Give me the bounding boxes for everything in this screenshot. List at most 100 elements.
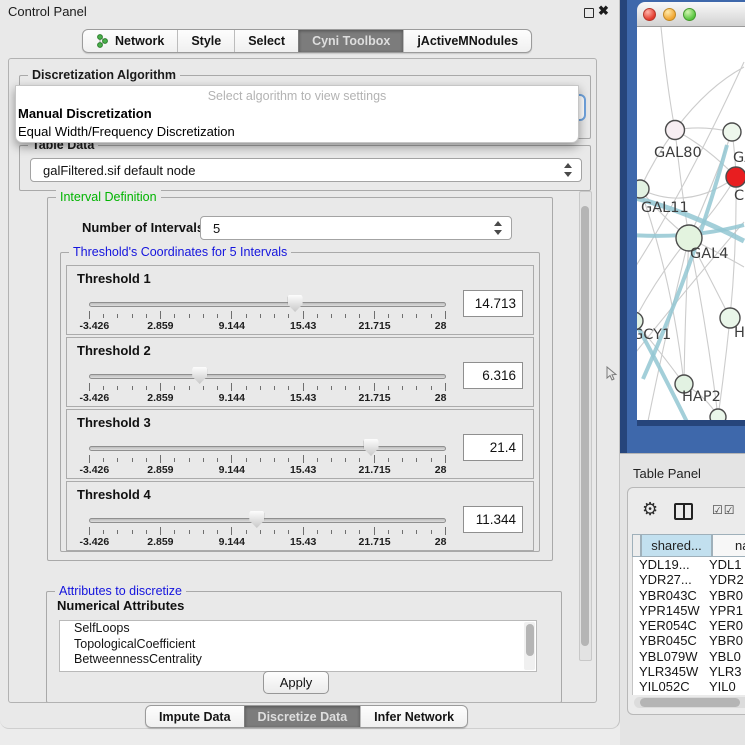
gear-icon[interactable]: ⚙ — [642, 499, 658, 520]
list-scrollbar-thumb[interactable] — [526, 624, 534, 656]
tick-label: 15.43 — [290, 464, 316, 476]
threshold-box-2: Threshold 2 -3.4262.8599.14415.4321.71528… — [66, 337, 534, 407]
select-columns-checkboxes-icon[interactable]: ☑☑ — [712, 503, 736, 517]
table-row[interactable]: YER054CYER0 — [633, 618, 745, 633]
cell-shared-name: YLR345W — [633, 664, 705, 679]
panel-scrollbar-thumb[interactable] — [581, 206, 589, 646]
slider-thumb[interactable] — [288, 295, 303, 312]
slider-thumb[interactable] — [192, 367, 207, 384]
table-row[interactable]: YPR145WYPR1 — [633, 603, 745, 618]
threshold-value-field[interactable]: 6.316 — [463, 362, 523, 389]
top-tab-bar: NetworkStyleSelectCyni ToolboxjActiveMNo… — [82, 29, 532, 53]
table-row[interactable]: YBL079WYBL0 — [633, 649, 745, 664]
cell-name: YDR2 — [705, 572, 744, 587]
node-label-H: H — [734, 325, 745, 341]
table-data-combo[interactable]: galFiltered.sif default node — [30, 158, 582, 182]
threshold-value-field[interactable]: 14.713 — [463, 290, 523, 317]
table-row[interactable]: YLR345WYLR3 — [633, 664, 745, 679]
tab-label: Discretize Data — [258, 710, 348, 724]
tick-label: 21.715 — [359, 320, 391, 332]
close-icon[interactable]: ✖ — [598, 3, 609, 19]
network-graph: GAL80GACGAL11GAL4GCY1HHAP2 — [637, 27, 745, 420]
cell-name: YLR3 — [705, 664, 742, 679]
table-row[interactable]: YDL19...YDL1 — [633, 557, 745, 572]
threshold-value-field[interactable]: 11.344 — [463, 506, 523, 533]
num-intervals-combo[interactable]: 5 — [200, 216, 512, 240]
threshold-slider[interactable]: -3.4262.8599.14415.4321.71528 — [89, 366, 451, 406]
slider-track[interactable] — [89, 446, 446, 451]
threshold-slider[interactable]: -3.4262.8599.14415.4321.71528 — [89, 438, 451, 478]
columns-icon[interactable] — [674, 503, 693, 520]
table-row[interactable]: YBR043CYBR0 — [633, 588, 745, 603]
cell-shared-name: YER054C — [633, 618, 705, 633]
tab-network[interactable]: Network — [83, 30, 177, 52]
minimize-traffic-light-icon[interactable] — [663, 8, 676, 21]
red-node — [726, 167, 745, 187]
float-window-icon[interactable] — [584, 8, 594, 18]
node-label-GA: GA — [733, 150, 745, 166]
tick-label: 15.43 — [290, 320, 316, 332]
tab-cyni-toolbox[interactable]: Cyni Toolbox — [298, 30, 403, 52]
threshold-label: Threshold 2 — [77, 343, 151, 358]
zoom-traffic-light-icon[interactable] — [683, 8, 696, 21]
GAL11-node — [637, 180, 649, 198]
threshold-slider[interactable]: -3.4262.8599.14415.4321.71528 — [89, 510, 451, 550]
network-canvas[interactable]: GAL80GACGAL11GAL4GCY1HHAP2 — [637, 27, 745, 426]
table-row[interactable]: YIL052CYIL0 — [633, 679, 745, 694]
discretization-algorithm-label: Discretization Algorithm — [28, 68, 180, 83]
close-traffic-light-icon[interactable] — [643, 8, 656, 21]
attribute-item[interactable]: SelfLoops — [60, 621, 536, 637]
slider-thumb[interactable] — [249, 511, 264, 528]
list-scrollbar[interactable] — [524, 622, 535, 670]
table-data-combo-value: galFiltered.sif default node — [43, 163, 195, 178]
attributes-group-label: Attributes to discretize — [55, 584, 186, 599]
tab-impute-data[interactable]: Impute Data — [146, 706, 244, 727]
node-bottom — [710, 409, 726, 420]
tab-jactivemnodules[interactable]: jActiveMNodules — [403, 30, 531, 52]
attribute-item[interactable]: BetweennessCentrality — [60, 652, 536, 668]
GAL80-node — [666, 121, 685, 140]
table-row[interactable]: YBR045CYBR0 — [633, 633, 745, 648]
tab-style[interactable]: Style — [177, 30, 234, 52]
network-window-titlebar[interactable] — [637, 2, 745, 27]
bottom-tab-bar: Impute Data Discretize Data Infer Network — [145, 705, 468, 728]
node-label-HAP2: HAP2 — [682, 389, 721, 405]
popup-option-equal-width[interactable]: Equal Width/Frequency Discretization — [18, 124, 235, 139]
tick-label: 9.144 — [219, 320, 245, 332]
cell-shared-name: YBL079W — [633, 649, 705, 664]
node-label-C: C — [734, 188, 744, 204]
attribute-item[interactable]: TopologicalCoefficient — [60, 637, 536, 653]
tab-infer-network[interactable]: Infer Network — [360, 706, 467, 727]
table-panel-box: ⚙ ☑☑ shared... na YDL19...YDL1YDR27...YD… — [627, 487, 745, 715]
tick-label: 9.144 — [219, 392, 245, 404]
panel-scrollbar[interactable] — [579, 191, 592, 661]
table-hscrollbar-thumb[interactable] — [640, 698, 740, 707]
combo-stepper-icon — [564, 163, 573, 177]
table-rows[interactable]: YDL19...YDL1YDR27...YDR2YBR043CYBR0YPR14… — [632, 557, 745, 695]
tab-label: Infer Network — [374, 710, 454, 724]
threshold-value-field[interactable]: 21.4 — [463, 434, 523, 461]
column-header-name[interactable]: na — [712, 534, 745, 557]
apply-button[interactable]: Apply — [263, 671, 329, 694]
slider-thumb[interactable] — [364, 439, 379, 456]
table-row[interactable]: YDR27...YDR2 — [633, 572, 745, 587]
table-data-group: Table Data galFiltered.sif default node — [19, 145, 591, 191]
tab-label: Impute Data — [159, 710, 231, 724]
popup-option-manual[interactable]: Manual Discretization — [18, 106, 152, 121]
slider-ticks — [89, 383, 446, 391]
tab-discretize-data[interactable]: Discretize Data — [244, 706, 361, 727]
table-hscrollbar[interactable] — [634, 697, 745, 708]
tick-label: 2.859 — [147, 320, 173, 332]
num-intervals-value: 5 — [213, 221, 220, 236]
slider-track[interactable] — [89, 302, 446, 307]
threshold-slider[interactable]: -3.4262.8599.14415.4321.71528 — [89, 294, 451, 334]
interval-definition-label: Interval Definition — [56, 190, 161, 205]
numerical-attributes-list[interactable]: SelfLoopsTopologicalCoefficientBetweenne… — [59, 620, 537, 672]
tick-label: 2.859 — [147, 536, 173, 548]
tab-select[interactable]: Select — [234, 30, 298, 52]
tick-label: 15.43 — [290, 536, 316, 548]
column-header-shared[interactable]: shared... — [641, 534, 712, 557]
slider-track[interactable] — [89, 518, 446, 523]
slider-track[interactable] — [89, 374, 446, 379]
slider-ticks — [89, 311, 446, 319]
